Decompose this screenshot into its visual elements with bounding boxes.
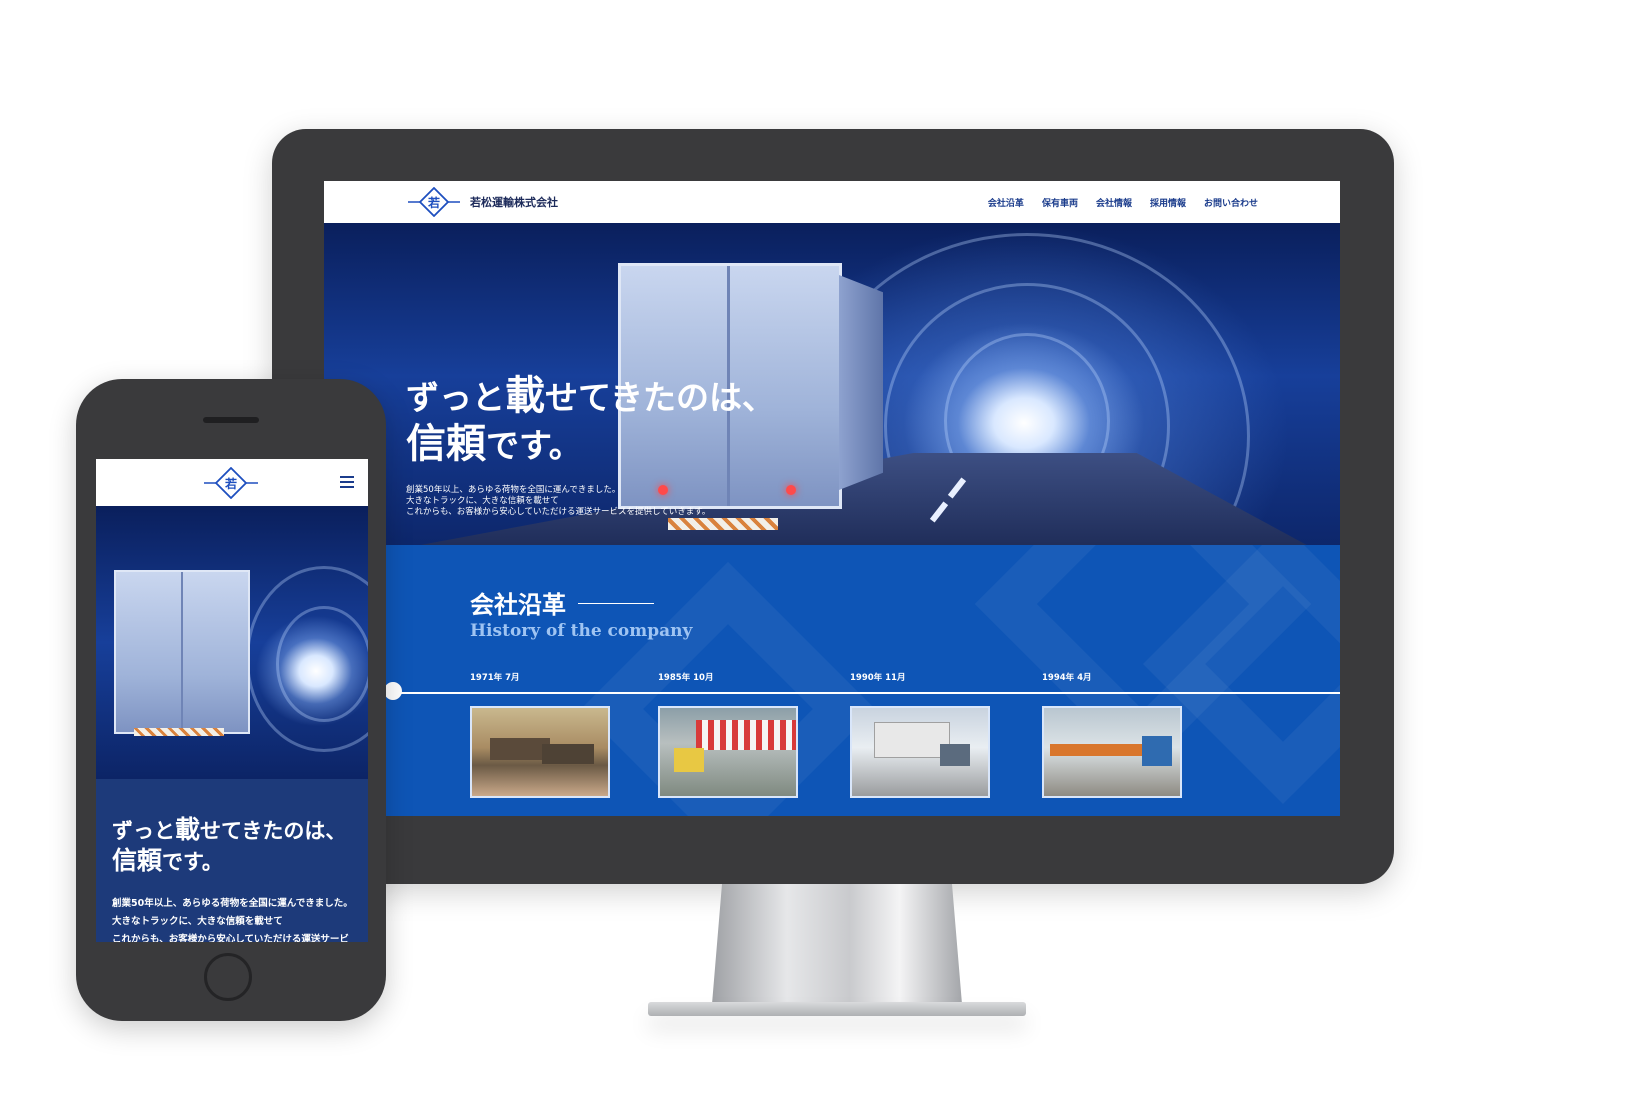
timeline-date: 1985年 10月 bbox=[658, 673, 714, 683]
device-mockup-stage: 若 若松運輸株式会社 会社沿革 保有車両 会社情報 採用情報 お問い合わせ ずっ… bbox=[0, 0, 1630, 1100]
truck-side-panel bbox=[839, 275, 883, 490]
company-name[interactable]: 若松運輸株式会社 bbox=[470, 194, 558, 210]
nav-item-contact[interactable]: お問い合わせ bbox=[1204, 196, 1258, 209]
mobile-hero-copy: ずっと載せてきたのは、 信頼です。 創業50年以上、あらゆる荷物を全国に運んでき… bbox=[96, 779, 368, 942]
hero-title-emphasis: 載 bbox=[175, 815, 201, 844]
hero-body-line: 創業50年以上、あらゆる荷物を全国に運んできました。 bbox=[406, 485, 621, 495]
photo-truck-cab bbox=[940, 744, 970, 766]
hero-title: ずっと載せてきたのは、 信頼です。 bbox=[406, 373, 775, 469]
hero-title-part: です。 bbox=[486, 426, 582, 465]
hero-body-line: これからも、お客様から安心していただける運送サービ bbox=[112, 934, 349, 942]
hero-copy: ずっと載せてきたのは、 信頼です。 創業50年以上、あらゆる荷物を全国に運んでき… bbox=[406, 373, 775, 518]
logo-mark-icon[interactable]: 若 bbox=[408, 187, 460, 217]
desktop-screen: 若 若松運輸株式会社 会社沿革 保有車両 会社情報 採用情報 お問い合わせ ずっ… bbox=[324, 181, 1340, 816]
hamburger-menu-icon[interactable] bbox=[340, 476, 354, 492]
truck-tail-light bbox=[786, 485, 796, 495]
hero-title-part: ずっと bbox=[112, 818, 175, 843]
mobile-hero-truck-image bbox=[114, 570, 250, 734]
hero-body: 創業50年以上、あらゆる荷物を全国に運んできました。 大きなトラックに、大きな信… bbox=[406, 485, 775, 518]
mobile-hero-title: ずっと載せてきたのは、 信頼です。 bbox=[112, 815, 346, 877]
phone-home-button[interactable] bbox=[204, 953, 252, 1001]
logo-mark-icon[interactable]: 若 bbox=[204, 467, 258, 499]
timeline-date: 1971年 7月 bbox=[470, 673, 520, 683]
hero-title-emphasis: 信頼 bbox=[406, 420, 486, 467]
history-photo-1971[interactable] bbox=[470, 706, 610, 798]
photo-truck-shape bbox=[490, 738, 550, 760]
truck-bumper bbox=[134, 728, 224, 736]
monitor-stand-base bbox=[648, 1002, 1026, 1016]
monitor-stand-neck bbox=[712, 884, 962, 1004]
hero-title-part: ずっと bbox=[406, 378, 505, 417]
history-subtitle: History of the company bbox=[470, 621, 693, 641]
history-photo-1985[interactable] bbox=[658, 706, 798, 798]
hero-title-part: せてきたのは、 bbox=[545, 378, 776, 417]
timeline-date: 1990年 11月 bbox=[850, 673, 906, 683]
hero-body-line: これからも、お客様から安心していただける運送サービスを提供していきます。 bbox=[406, 507, 711, 517]
history-photo-1990[interactable] bbox=[850, 706, 990, 798]
tunnel-ring bbox=[276, 606, 368, 722]
hero-title-emphasis: 載 bbox=[505, 372, 545, 419]
mobile-header: 若 bbox=[96, 459, 368, 506]
phone-speaker bbox=[203, 417, 259, 423]
mobile-hero-body: 創業50年以上、あらゆる荷物を全国に運んできました。 大きなトラックに、大きな信… bbox=[112, 895, 353, 942]
hero-body-line: 大きなトラックに、大きな信頼を載せて bbox=[406, 496, 559, 506]
history-photo-1994[interactable] bbox=[1042, 706, 1182, 798]
nav-item-recruit[interactable]: 採用情報 bbox=[1150, 196, 1186, 209]
photo-trailer-load bbox=[1050, 744, 1150, 756]
truck-bumper bbox=[668, 518, 778, 530]
hero-title-part: です。 bbox=[162, 849, 223, 874]
photo-festival-tent bbox=[696, 720, 796, 750]
logo-char: 若 bbox=[427, 195, 440, 210]
nav-item-company-info[interactable]: 会社情報 bbox=[1096, 196, 1132, 209]
nav-item-vehicles[interactable]: 保有車両 bbox=[1042, 196, 1078, 209]
photo-truck-cab bbox=[1142, 736, 1172, 766]
logo-char: 若 bbox=[224, 476, 237, 491]
site-header: 若 若松運輸株式会社 会社沿革 保有車両 会社情報 採用情報 お問い合わせ bbox=[324, 181, 1340, 223]
history-title-rule bbox=[578, 603, 654, 604]
photo-truck-shape bbox=[542, 744, 594, 764]
history-title: 会社沿革 bbox=[470, 590, 566, 619]
nav-item-history[interactable]: 会社沿革 bbox=[988, 196, 1024, 209]
history-section: 会社沿革 History of the company 1971年 7月 198… bbox=[324, 545, 1340, 816]
timeline-date: 1994年 4月 bbox=[1042, 673, 1092, 683]
mobile-screen: 若 ずっと載せてきたのは、 信頼です。 創業50年以上、あらゆる荷物を全国に運ん… bbox=[96, 459, 368, 942]
timeline-line bbox=[390, 692, 1340, 694]
photo-truck-shape bbox=[674, 748, 704, 772]
timeline-dot-icon[interactable] bbox=[384, 682, 402, 700]
hero-body-line: 大きなトラックに、大きな信頼を載せて bbox=[112, 916, 283, 927]
photo-truck-shape bbox=[874, 722, 950, 758]
hero-section: ずっと載せてきたのは、 信頼です。 創業50年以上、あらゆる荷物を全国に運んでき… bbox=[324, 223, 1340, 563]
mobile-hero bbox=[96, 506, 368, 779]
hero-title-part: せてきたのは、 bbox=[200, 818, 347, 843]
global-nav: 会社沿革 保有車両 会社情報 採用情報 お問い合わせ bbox=[988, 196, 1258, 209]
hero-title-emphasis: 信頼 bbox=[112, 846, 163, 875]
hero-body-line: 創業50年以上、あらゆる荷物を全国に運んできました。 bbox=[112, 898, 353, 909]
